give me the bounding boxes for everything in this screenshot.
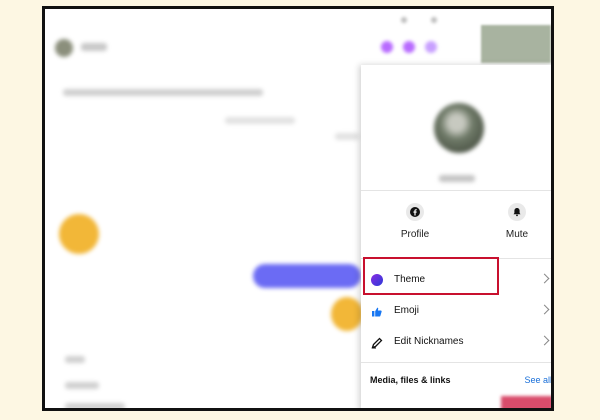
menu-item-edit-nicknames[interactable]: Edit Nicknames bbox=[361, 327, 551, 357]
blurred-text bbox=[65, 356, 85, 363]
chevron-right-icon bbox=[539, 335, 550, 346]
profile-header bbox=[361, 65, 551, 185]
blurred-text bbox=[65, 382, 99, 389]
thumbs-up-icon bbox=[371, 305, 383, 317]
sent-message-bubble bbox=[253, 264, 361, 288]
blurred-header-block bbox=[481, 25, 551, 63]
menu-item-emoji[interactable]: Emoji bbox=[361, 296, 551, 326]
profile-avatar[interactable] bbox=[434, 103, 484, 153]
info-icon[interactable] bbox=[425, 41, 437, 53]
sticker-emoji bbox=[331, 297, 363, 331]
pencil-icon bbox=[371, 336, 383, 349]
profile-button[interactable]: Profile bbox=[385, 203, 445, 240]
blurred-text bbox=[335, 133, 359, 140]
facebook-icon bbox=[406, 203, 424, 221]
blurred-top-icon bbox=[431, 17, 437, 23]
call-icon[interactable] bbox=[381, 41, 393, 53]
profile-label: Profile bbox=[400, 229, 430, 240]
chevron-right-icon bbox=[539, 273, 550, 284]
screenshot-frame: Profile Mute Theme Emoji Edit Nicknames … bbox=[42, 6, 554, 411]
divider bbox=[361, 362, 551, 363]
blurred-timestamp bbox=[225, 117, 295, 124]
conversation-info-panel: Profile Mute Theme Emoji Edit Nicknames … bbox=[361, 65, 551, 408]
quick-actions: Profile Mute bbox=[361, 195, 551, 255]
theme-highlight-box bbox=[363, 257, 499, 295]
call-actions bbox=[375, 39, 455, 55]
menu-item-label: Edit Nicknames bbox=[394, 336, 464, 347]
blurred-message-text bbox=[63, 89, 263, 96]
mute-button[interactable]: Mute bbox=[487, 203, 547, 240]
sticker-emoji bbox=[59, 214, 99, 254]
media-files-links-heading: Media, files & links bbox=[370, 375, 451, 385]
profile-name-blurred bbox=[439, 175, 475, 182]
mute-label: Mute bbox=[505, 229, 529, 240]
chat-area bbox=[45, 9, 363, 408]
blurred-element bbox=[501, 396, 551, 408]
bell-icon bbox=[508, 203, 526, 221]
contact-avatar[interactable] bbox=[55, 39, 73, 57]
video-icon[interactable] bbox=[403, 41, 415, 53]
menu-item-label: Emoji bbox=[394, 305, 420, 316]
contact-name-blurred[interactable] bbox=[81, 43, 107, 51]
divider bbox=[361, 190, 551, 191]
see-all-link[interactable]: See all bbox=[524, 375, 551, 385]
chevron-right-icon bbox=[539, 304, 550, 315]
blurred-text bbox=[65, 403, 125, 408]
blurred-top-icon bbox=[401, 17, 407, 23]
